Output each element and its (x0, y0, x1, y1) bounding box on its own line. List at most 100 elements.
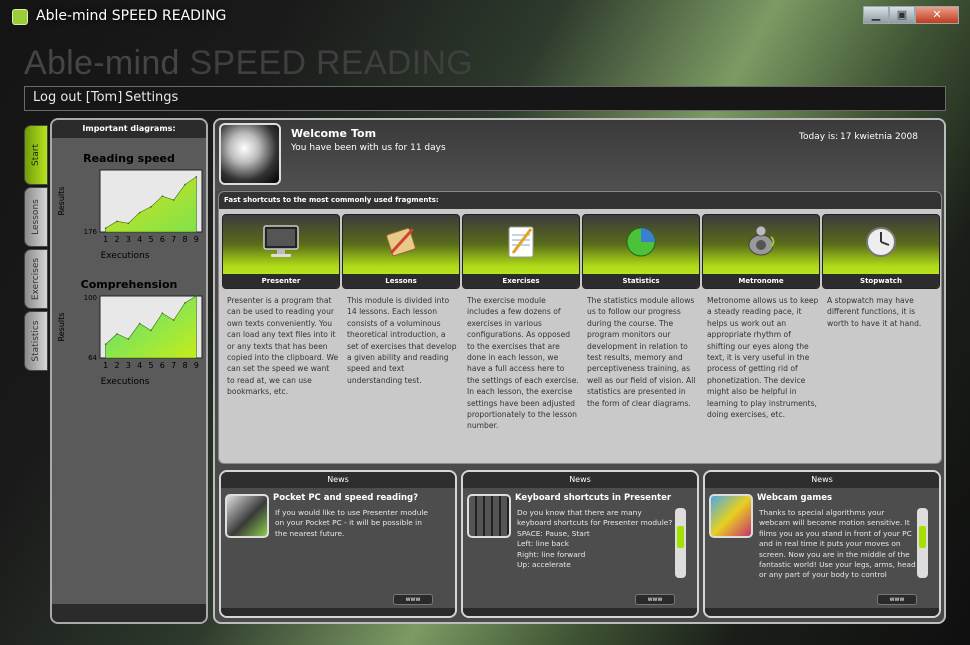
news-title: Webcam games (757, 493, 833, 503)
shortcut-stopwatch[interactable]: Stopwatch (822, 214, 940, 289)
maximize-button[interactable]: ▣ (889, 6, 915, 24)
data-point (195, 175, 198, 178)
monitor-icon (263, 225, 299, 257)
news-scrollbar[interactable] (917, 508, 928, 578)
tab-lessons[interactable]: Lessons (24, 187, 48, 247)
x-tick-label: 1 (103, 235, 108, 244)
data-point (138, 211, 141, 214)
x-tick-label: 7 (171, 235, 176, 244)
tab-statistics-label: Statistics (31, 320, 41, 362)
data-point (116, 333, 118, 335)
close-button[interactable]: ✕ (915, 6, 959, 24)
www-button[interactable]: www (635, 594, 675, 605)
comprehension-plot: 1 2 3 4 5 6 7 8 9 100 64 Results Executions (57, 294, 203, 387)
x-tick-label: 9 (194, 235, 199, 244)
www-button[interactable]: www (877, 594, 917, 605)
clock-icon (866, 227, 896, 257)
x-axis-label: Executions (101, 251, 150, 261)
news-header: News (463, 472, 697, 488)
www-button[interactable]: www (393, 594, 433, 605)
data-point (195, 295, 198, 297)
main-panel: Welcome Tom You have been with us for 11… (213, 118, 946, 624)
x-tick-label: 3 (126, 361, 131, 370)
x-tick-label: 8 (182, 235, 187, 244)
reading-speed-chart: Reading speed 1 2 3 4 5 6 7 8 9 176 Results Executi… (52, 148, 206, 268)
data-point (127, 338, 130, 340)
shortcut-metronome[interactable]: Metronome (702, 214, 820, 289)
title-bar[interactable]: Able-mind SPEED READING ▁ ▣ ✕ (0, 0, 970, 32)
news-footer (221, 608, 455, 616)
shortcut-description: A stopwatch may have different functions… (827, 296, 922, 328)
data-point (184, 302, 186, 304)
shortcut-description: This module is divided into 14 lessons. … (347, 296, 457, 385)
shortcuts-panel: Fast shortcuts to the most commonly used… (218, 191, 942, 464)
data-point (127, 222, 130, 225)
news-footer (705, 608, 939, 616)
app-heading-brand: Able-mind (24, 44, 180, 82)
welcome-user: Tom (351, 127, 377, 140)
speaker-icon (748, 225, 775, 256)
shortcut-label: Stopwatch (823, 274, 939, 288)
scrollbar-thumb[interactable] (919, 526, 926, 548)
shortcut-label: Metronome (703, 274, 819, 288)
data-point (161, 195, 164, 197)
shortcut-description: The statistics module allows us to follo… (587, 296, 696, 408)
data-point (150, 329, 152, 332)
tab-start[interactable]: Start (24, 125, 48, 185)
news-header: News (221, 472, 455, 488)
today-date: 17 kwietnia 2008 (840, 132, 918, 142)
y-axis-label: Results (57, 313, 66, 342)
x-tick-label: 6 (160, 361, 165, 370)
comprehension-chart: Comprehension 1 2 3 4 5 6 7 8 9 100 64 Results Execu… (52, 274, 206, 394)
pie-chart-icon (626, 227, 656, 257)
data-point (161, 312, 164, 315)
logout-menu-item[interactable]: Log out [Tom] (33, 90, 122, 105)
tab-exercises[interactable]: Exercises (24, 249, 48, 309)
news-body: Thanks to special algorithms your webcam… (759, 508, 916, 580)
data-point (104, 343, 107, 346)
x-tick-label: 4 (137, 235, 142, 244)
x-tick-label: 4 (137, 361, 142, 370)
settings-menu-item[interactable]: Settings (125, 90, 178, 105)
window-title: Able-mind SPEED READING (36, 8, 227, 24)
minimize-button[interactable]: ▁ (863, 6, 889, 24)
news-card: News Keyboard shortcuts in Presenter Do … (461, 470, 699, 618)
shortcut-lessons[interactable]: Lessons (342, 214, 460, 289)
shortcut-statistics[interactable]: Statistics (582, 214, 700, 289)
welcome-label: Welcome (291, 127, 347, 140)
news-scrollbar[interactable] (675, 508, 686, 578)
webcam-photo-icon (709, 494, 753, 538)
x-tick-label: 5 (148, 235, 153, 244)
x-tick-label: 2 (114, 361, 119, 370)
data-point (184, 183, 186, 186)
app-heading: Able-mind SPEED READING (24, 44, 473, 83)
reading-speed-plot: 1 2 3 4 5 6 7 8 9 176 Results Executions (57, 169, 203, 261)
shortcut-presenter[interactable]: Presenter (222, 214, 340, 289)
news-footer (463, 608, 697, 616)
x-tick-label: 3 (126, 235, 131, 244)
tab-statistics[interactable]: Statistics (24, 311, 48, 371)
y-tick-label: 176 (84, 228, 98, 236)
news-body: If you would like to use Presenter modul… (275, 508, 428, 538)
shortcut-label: Lessons (343, 274, 459, 288)
tab-start-label: Start (31, 144, 41, 166)
diagrams-footer (52, 604, 206, 622)
tab-exercises-label: Exercises (31, 257, 41, 301)
news-body: Do you know that there are many keyboard… (517, 508, 673, 570)
x-tick-label: 8 (182, 361, 187, 370)
shortcut-exercises[interactable]: Exercises (462, 214, 580, 289)
x-tick-label: 5 (148, 361, 153, 370)
scrollbar-thumb[interactable] (677, 526, 684, 548)
pda-icon (225, 494, 269, 538)
book-pen-icon (386, 227, 416, 257)
news-card: News Pocket PC and speed reading? If you… (219, 470, 457, 618)
avatar (219, 123, 281, 185)
welcome-header: Welcome Tom You have been with us for 11… (215, 120, 944, 190)
today-label: Today is: (799, 132, 839, 142)
data-point (150, 206, 152, 208)
news-title: Keyboard shortcuts in Presenter (515, 493, 672, 503)
app-heading-product: SPEED READING (189, 44, 474, 82)
news-header: News (705, 472, 939, 488)
window-controls: ▁ ▣ ✕ (863, 6, 959, 24)
data-point (172, 199, 175, 201)
